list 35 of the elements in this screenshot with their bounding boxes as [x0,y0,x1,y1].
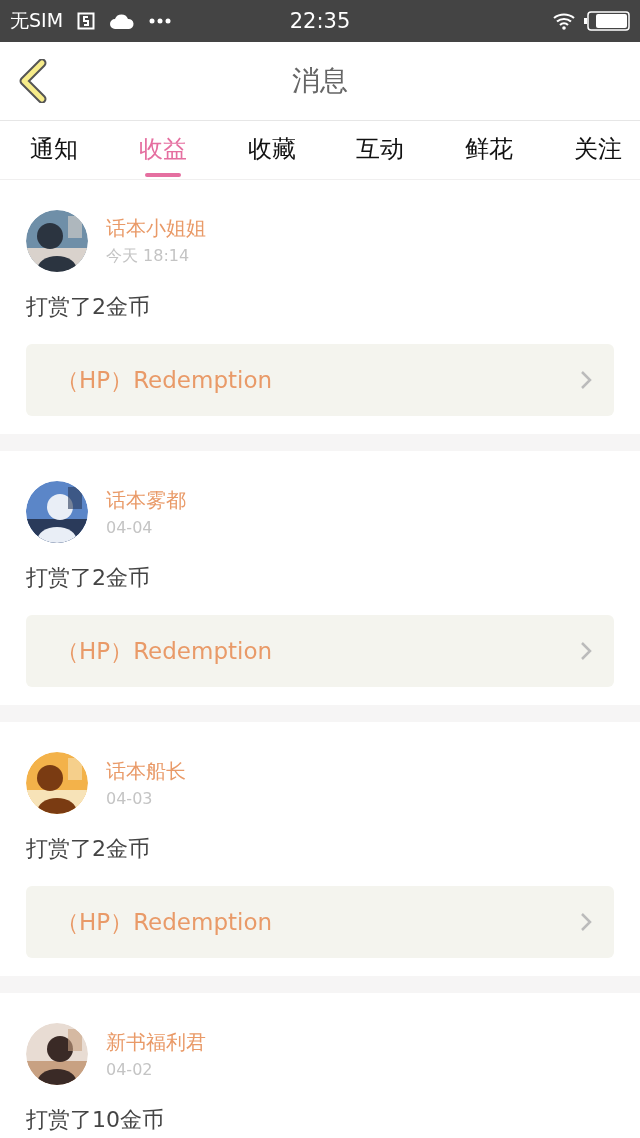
user-name[interactable]: 话本雾都 [106,487,186,514]
book-title: （HP）Redemption [56,365,273,395]
more-icon [149,18,172,24]
sim-icon [77,12,96,30]
user-name[interactable]: 话本船长 [106,758,186,785]
page-title: 消息 [292,63,348,99]
battery-icon [584,11,630,31]
chevron-icon [580,641,592,661]
tab[interactable]: 通知 [24,121,84,179]
user-name[interactable]: 新书福利君 [106,1029,206,1056]
tab[interactable]: 收藏 [241,121,302,179]
book-link[interactable]: （HP）Redemption [26,886,614,958]
message-time: 今天 18:14 [106,246,191,267]
chevron-icon [580,370,592,390]
chevron-icon [580,912,592,932]
book-link[interactable]: （HP）Redemption [26,615,614,687]
message-text: 打赏了2金币 [26,564,151,592]
user-name[interactable]: 话本小姐姐 [106,215,206,242]
tab[interactable]: 互动 [350,121,411,179]
tab[interactable]: 鲜花 [459,121,520,179]
carrier-label: 无SIM [10,8,64,33]
book-link[interactable]: （HP）Redemption [26,344,614,416]
book-title: （HP）Redemption [56,636,273,666]
book-title: （HP）Redemption [56,907,273,937]
message-text: 打赏了2金币 [26,835,151,863]
message-text: 打赏了10金币 [26,1106,165,1134]
message-time: 04-02 [106,1060,154,1079]
message-text: 打赏了2金币 [26,293,151,321]
message-time: 04-03 [106,789,154,808]
tab[interactable]: 关注 [568,121,628,179]
cloud-icon [109,12,136,30]
back-icon[interactable] [18,59,48,103]
tab[interactable]: 收益 [132,121,193,179]
status-time: 22:35 [289,9,351,33]
message-time: 04-04 [106,518,154,537]
